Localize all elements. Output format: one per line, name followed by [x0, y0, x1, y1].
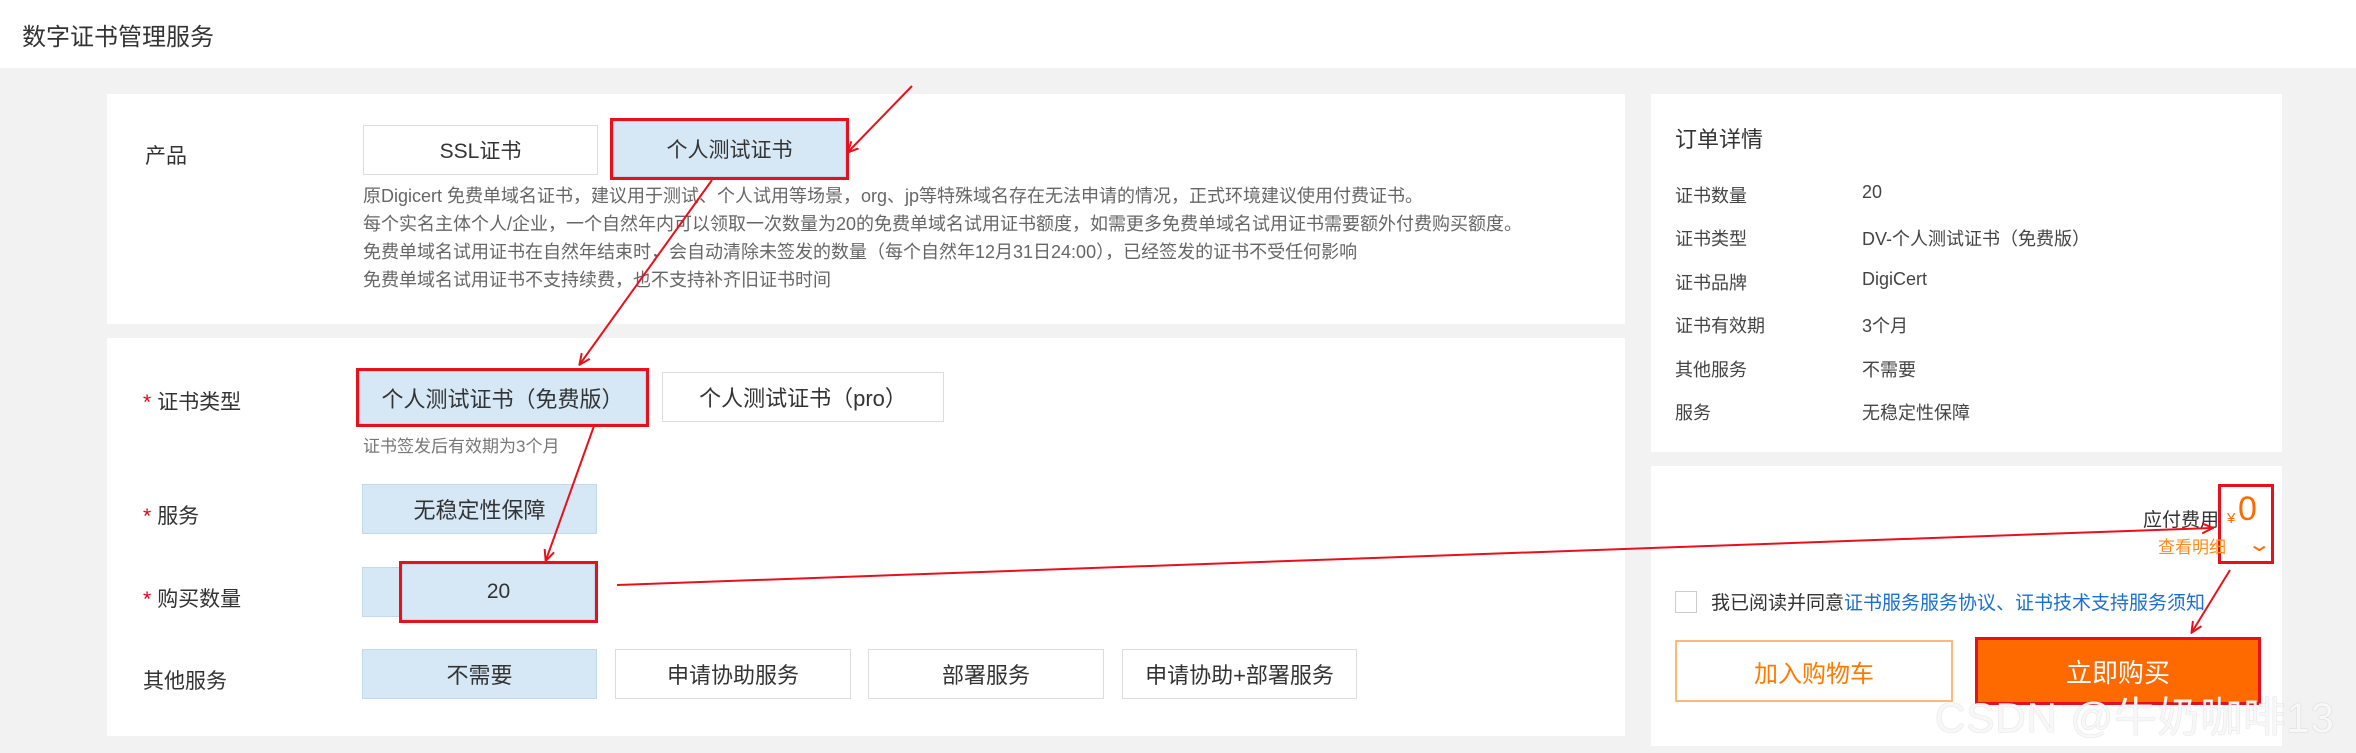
- annotation-arrow: [546, 425, 595, 560]
- annotation-arrows: [0, 85, 2231, 753]
- annotation-arrow: [616, 528, 2212, 586]
- annotation-arrow: [2192, 569, 2231, 632]
- annotation-arrow: [848, 85, 913, 152]
- annotation-arrow: [580, 179, 713, 364]
- watermark: CSDN @牛奶咖啡13: [1935, 694, 2336, 741]
